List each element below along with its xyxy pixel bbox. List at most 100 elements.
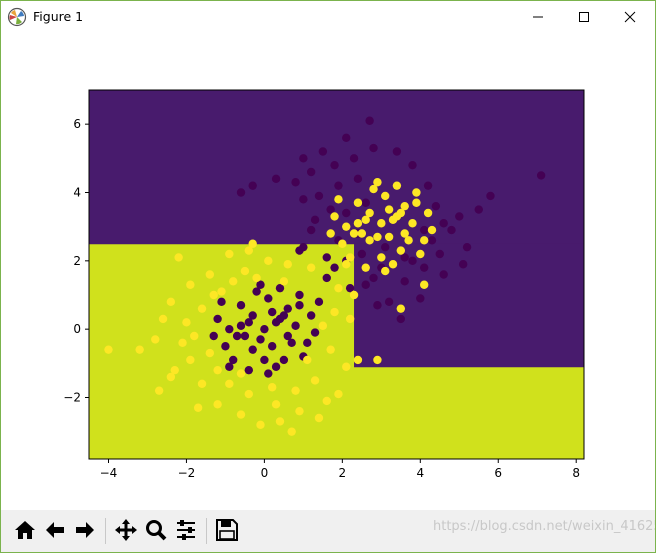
- scatter-point-class0: [225, 362, 234, 371]
- scatter-point-class1: [349, 229, 359, 238]
- scatter-point-class0: [431, 201, 441, 211]
- figure-canvas[interactable]: −4 −2 0 2 4 6 8 −2 0 2 4 6: [1, 32, 655, 510]
- close-button[interactable]: [607, 1, 653, 32]
- scatter-point-class1: [388, 215, 398, 225]
- scatter-point-class1: [104, 345, 113, 354]
- scatter-point-class1: [271, 400, 281, 409]
- minimize-button[interactable]: [515, 1, 561, 32]
- home-icon: [15, 521, 35, 539]
- scatter-point-class0: [322, 273, 331, 283]
- scatter-point-class0: [373, 301, 382, 310]
- scatter-point-class0: [256, 335, 265, 344]
- scatter-point-class0: [248, 345, 257, 354]
- scatter-point-class1: [158, 314, 168, 324]
- scatter-point-class0: [225, 324, 234, 334]
- scatter-point-class1: [416, 249, 425, 259]
- scatter-point-class0: [330, 263, 339, 272]
- scatter-point-class0: [291, 178, 300, 187]
- maximize-icon: [579, 11, 589, 22]
- scatter-point-class0: [458, 260, 468, 269]
- scatter-point-class0: [400, 277, 409, 286]
- scatter-point-class1: [365, 208, 374, 218]
- title-bar[interactable]: Figure 1: [1, 1, 655, 32]
- scatter-point-class1: [338, 239, 347, 248]
- scatter-point-class1: [353, 219, 363, 228]
- scatter-point-class0: [248, 311, 257, 320]
- scatter-point-class0: [349, 154, 359, 163]
- scatter-point-class0: [455, 212, 464, 221]
- scatter-point-class0: [267, 342, 277, 351]
- back-button[interactable]: [41, 516, 69, 544]
- chart-svg[interactable]: −4 −2 0 2 4 6 8 −2 0 2 4 6: [1, 32, 655, 510]
- scatter-point-class1: [178, 338, 187, 348]
- scatter-point-class1: [236, 410, 246, 419]
- maximize-button[interactable]: [561, 1, 607, 32]
- sliders-icon: [177, 520, 195, 540]
- scatter-point-class1: [154, 386, 164, 395]
- forward-button[interactable]: [71, 516, 99, 544]
- scatter-point-class0: [260, 324, 269, 334]
- y-tick-label: 4: [73, 186, 81, 200]
- scatter-point-class0: [310, 215, 320, 225]
- minimize-icon: [533, 16, 543, 17]
- configure-subplots-button[interactable]: [172, 516, 200, 544]
- zoom-button[interactable]: [142, 516, 170, 544]
- scatter-point-class0: [369, 273, 378, 283]
- scatter-point-class0: [447, 225, 456, 235]
- scatter-point-class1: [197, 379, 207, 389]
- x-tick-label: −4: [100, 466, 118, 480]
- scatter-point-class1: [373, 232, 382, 242]
- close-icon: [624, 11, 636, 22]
- toolbar-separator: [206, 518, 207, 544]
- scatter-point-class1: [197, 304, 207, 313]
- scatter-point-class0: [240, 331, 250, 341]
- scatter-point-class0: [279, 311, 289, 320]
- scatter-point-class1: [388, 260, 398, 269]
- scatter-point-class0: [283, 331, 292, 341]
- scatter-point-class1: [334, 195, 343, 204]
- scatter-point-class1: [427, 225, 437, 235]
- scatter-point-class0: [310, 328, 320, 337]
- scatter-point-class0: [236, 301, 246, 310]
- scatter-point-class1: [182, 318, 191, 327]
- scatter-point-class0: [353, 174, 363, 184]
- scatter-point-class1: [225, 249, 234, 259]
- scatter-point-class0: [303, 338, 312, 348]
- scatter-point-class0: [221, 342, 230, 351]
- scatter-point-class1: [186, 355, 195, 365]
- pan-button[interactable]: [112, 516, 140, 544]
- scatter-point-class0: [314, 297, 324, 307]
- scatter-point-class1: [419, 280, 429, 289]
- plot-region: [89, 90, 584, 459]
- scatter-point-class1: [334, 389, 343, 399]
- scatter-point-class1: [264, 256, 273, 266]
- scatter-point-class1: [314, 413, 324, 423]
- x-tick-label: 2: [339, 466, 347, 480]
- scatter-point-class0: [248, 181, 257, 190]
- scatter-point-class0: [271, 174, 281, 184]
- scatter-point-class0: [306, 225, 316, 235]
- scatter-point-class1: [326, 345, 335, 354]
- scatter-point-class0: [416, 294, 425, 303]
- home-button[interactable]: [11, 516, 39, 544]
- scatter-point-class1: [419, 236, 429, 245]
- scatter-point-class0: [267, 307, 277, 317]
- scatter-point-class0: [318, 147, 328, 156]
- scatter-point-class1: [240, 266, 250, 276]
- scatter-point-class0: [365, 116, 374, 125]
- scatter-point-class0: [260, 355, 269, 365]
- scatter-point-class1: [384, 232, 394, 242]
- scatter-point-class0: [314, 191, 324, 201]
- scatter-point-class1: [361, 263, 370, 272]
- scatter-point-class1: [291, 386, 300, 395]
- scatter-point-class1: [166, 372, 176, 382]
- scatter-point-class0: [306, 311, 316, 320]
- scatter-point-class0: [486, 191, 495, 201]
- scatter-point-class1: [310, 376, 320, 385]
- y-tick-label: 2: [73, 254, 81, 268]
- scatter-point-class0: [330, 160, 339, 170]
- y-tick-label: 0: [73, 322, 81, 336]
- scatter-point-class1: [225, 379, 234, 389]
- scatter-point-class1: [357, 229, 367, 238]
- save-button[interactable]: [213, 516, 241, 544]
